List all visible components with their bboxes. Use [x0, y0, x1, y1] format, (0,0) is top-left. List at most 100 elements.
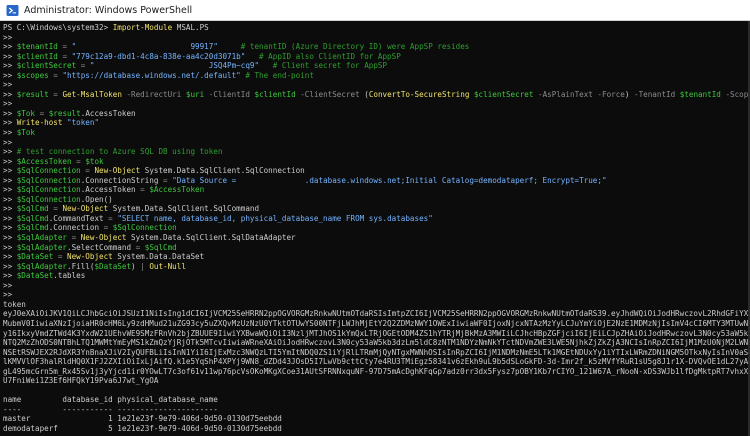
terminal-text: >>: [3, 156, 17, 166]
terminal-line: >> $SqlCmd = New-Object System.Data.SqlC…: [3, 204, 745, 214]
terminal-line: U7FniWei1Z3Ef6HFQkY19Pva6J7wt_YgOA: [3, 376, 745, 386]
terminal-text: >>: [3, 80, 13, 90]
terminal-text: >>: [3, 185, 17, 195]
terminal-line: >> $DataSet.tables: [3, 271, 745, 281]
terminal-text: $AccessToken: [16, 156, 72, 166]
terminal-text: -ClientId: [204, 89, 255, 99]
terminal-text: $clientSecret: [16, 61, 77, 71]
terminal-line: >> $SqlAdapter.Fill($DataSet) | Out-Null: [3, 262, 745, 272]
terminal-line: >> $SqlConnection.ConnectionString = "Da…: [3, 175, 745, 186]
terminal-text: .ConnectionString: [80, 175, 159, 185]
terminal-text: master 1 1e21e23f-9e79-406d-9d50-0130d75…: [3, 414, 282, 424]
terminal-line: gL495mcGrn5m_Rx45Sv1j3yYjcd1ir0YOwLT7c3o…: [3, 367, 748, 377]
terminal-line: NTQ2MzZhODS0NTBhLTQ1MWMtYmEyMS1kZmQzYjRj…: [3, 338, 748, 348]
terminal-line: >> $SqlCmd.CommandText = "SELECT name, d…: [3, 214, 745, 224]
terminal-text: >>: [3, 89, 17, 99]
terminal-text: $tok: [85, 156, 104, 166]
terminal-text: .AccessToken: [80, 108, 136, 118]
terminal-text: =: [131, 242, 145, 252]
terminal-text: $tenantId: [16, 42, 58, 52]
terminal-text: =: [103, 213, 118, 223]
terminal-text: $SqlCmd: [144, 242, 177, 252]
terminal-text: -AsPlainText -Force: [533, 89, 625, 99]
terminal-text: >>: [3, 204, 17, 214]
terminal-text: $result: [16, 89, 49, 99]
terminal-text: System.Data.SqlClient.SqlConnection: [140, 166, 305, 176]
terminal-text: $SqlAdapter: [16, 261, 68, 271]
redacted-text: [240, 175, 305, 186]
terminal-text: y16IkxyVmdZTWd4K3YxdW21UEhvWE9SMzFRnVh2b…: [3, 328, 748, 338]
terminal-line: >>: [3, 138, 745, 148]
terminal-text: New-Object: [80, 233, 127, 243]
terminal-text: >>: [3, 166, 17, 176]
terminal-text: "token": [67, 118, 100, 128]
terminal-text: $AccessToken: [149, 185, 205, 195]
terminal-text: PS C:\Windows\system32>: [3, 23, 113, 32]
terminal-text: -TenantId: [629, 89, 680, 99]
terminal-text: System.Data.SqlClient.SqlCommand: [108, 204, 260, 214]
terminal-line: demodataperf 5 1e21e23f-9e79-406d-9d50-0…: [3, 424, 745, 434]
terminal-text: =: [99, 223, 113, 233]
terminal-text: >>: [3, 128, 17, 138]
terminal-text: .CommandText: [48, 213, 104, 223]
terminal-text: =: [135, 185, 150, 195]
terminal-text: $SqlCmd: [16, 204, 49, 214]
terminal-output[interactable]: PS C:\Windows\system32> Import-Module MS…: [0, 21, 748, 436]
terminal-text: $Tok: [16, 128, 36, 138]
terminal-line: >> $SqlConnection.Open(): [3, 195, 745, 205]
terminal-line: >> $result = Get-MsalToken -RedirectUri …: [3, 89, 748, 100]
terminal-text: $Tok: [16, 108, 36, 118]
terminal-text: =: [71, 156, 86, 166]
terminal-text: $DataSet: [16, 252, 54, 262]
terminal-text: token: [3, 299, 26, 309]
terminal-text: "779c12a9-dbd1-4c8a-838e-aa4c20d3071b": [71, 51, 246, 61]
terminal-text: demodataperf 5 1e21e23f-9e79-406d-9d50-0…: [3, 423, 282, 433]
terminal-text: $uri: [185, 89, 205, 99]
terminal-text: =: [67, 233, 81, 243]
terminal-text: Write-host: [16, 118, 63, 128]
terminal-text: ConvertTo-SecureString: [368, 89, 470, 99]
terminal-line: >> $SqlAdapter.SelectCommand = $SqlCmd: [3, 243, 745, 253]
terminal-text: # AppID also ClientID for AppSP: [245, 51, 401, 61]
terminal-text: >>: [3, 42, 17, 52]
terminal-text: # The end-point: [240, 70, 314, 80]
terminal-text: >>: [3, 290, 13, 300]
terminal-line: >> $clientSecret = " JSQ4Pm~cq9" # Clien…: [3, 61, 745, 71]
terminal-text: $SqlConnection: [112, 223, 177, 233]
terminal-text: $clientSecret: [473, 89, 534, 99]
title-bar[interactable]: Administrator: Windows PowerShell: [0, 0, 750, 21]
terminal-text: >>: [3, 271, 17, 281]
terminal-text: .Connection: [48, 223, 100, 233]
terminal-text: >>: [3, 280, 13, 290]
terminal-text: NTQ2MzZhODS0NTBhLTQ1MWMtYmEyMS1kZmQzYjRj…: [3, 338, 748, 348]
terminal-text: =: [48, 70, 63, 80]
terminal-line: >>: [3, 99, 745, 109]
terminal-text: NSEtRSWJEX2RJdXR3YnBnaXJiV2IyQUFBLiIsInN…: [3, 347, 748, 357]
terminal-text: >>: [3, 175, 17, 185]
terminal-text: $SqlConnection: [16, 185, 81, 195]
terminal-text: =: [158, 175, 173, 185]
terminal-line: y16IkxyVmdZTWd4K3YxdW21UEhvWE9SMzFRnVh2b…: [3, 328, 748, 339]
terminal-text: >>: [3, 70, 17, 80]
terminal-line: eyJ0eXAiOiJKV1QiLCJhbGciOiJSUzI1NiIsIng1…: [3, 309, 748, 319]
terminal-text: |: [135, 261, 150, 271]
terminal-text: >>: [3, 194, 17, 204]
terminal-text: "Data Source =: [172, 175, 241, 185]
terminal-text: =: [57, 51, 72, 61]
terminal-text: MubmV0IiwiaXNzIjoiaHR0cHM6Ly9zdHMud21uZG…: [3, 318, 748, 328]
terminal-text: =: [48, 89, 63, 99]
terminal-text: >>: [3, 242, 17, 252]
terminal-text: JSQ4Pm~cq9": [208, 61, 260, 71]
terminal-text: # test connection to Azure SQL DB using …: [16, 147, 223, 157]
terminal-text: $SqlCmd: [16, 213, 49, 223]
terminal-line: PS C:\Windows\system32> Import-Module MS…: [3, 23, 745, 33]
terminal-line: name database_id physical_database_name: [3, 395, 745, 405]
terminal-text: 99917": [190, 42, 218, 52]
terminal-line: >> $SqlCmd.Connection = $SqlConnection: [3, 223, 745, 233]
terminal-text: Import-Module: [112, 23, 173, 32]
terminal-text: Out-Null: [149, 261, 186, 271]
terminal-text: =: [53, 252, 68, 262]
terminal-line: >>: [3, 290, 745, 300]
terminal-text: # Client secret for AppSP: [259, 61, 388, 71]
window-title: Administrator: Windows PowerShell: [24, 4, 193, 16]
